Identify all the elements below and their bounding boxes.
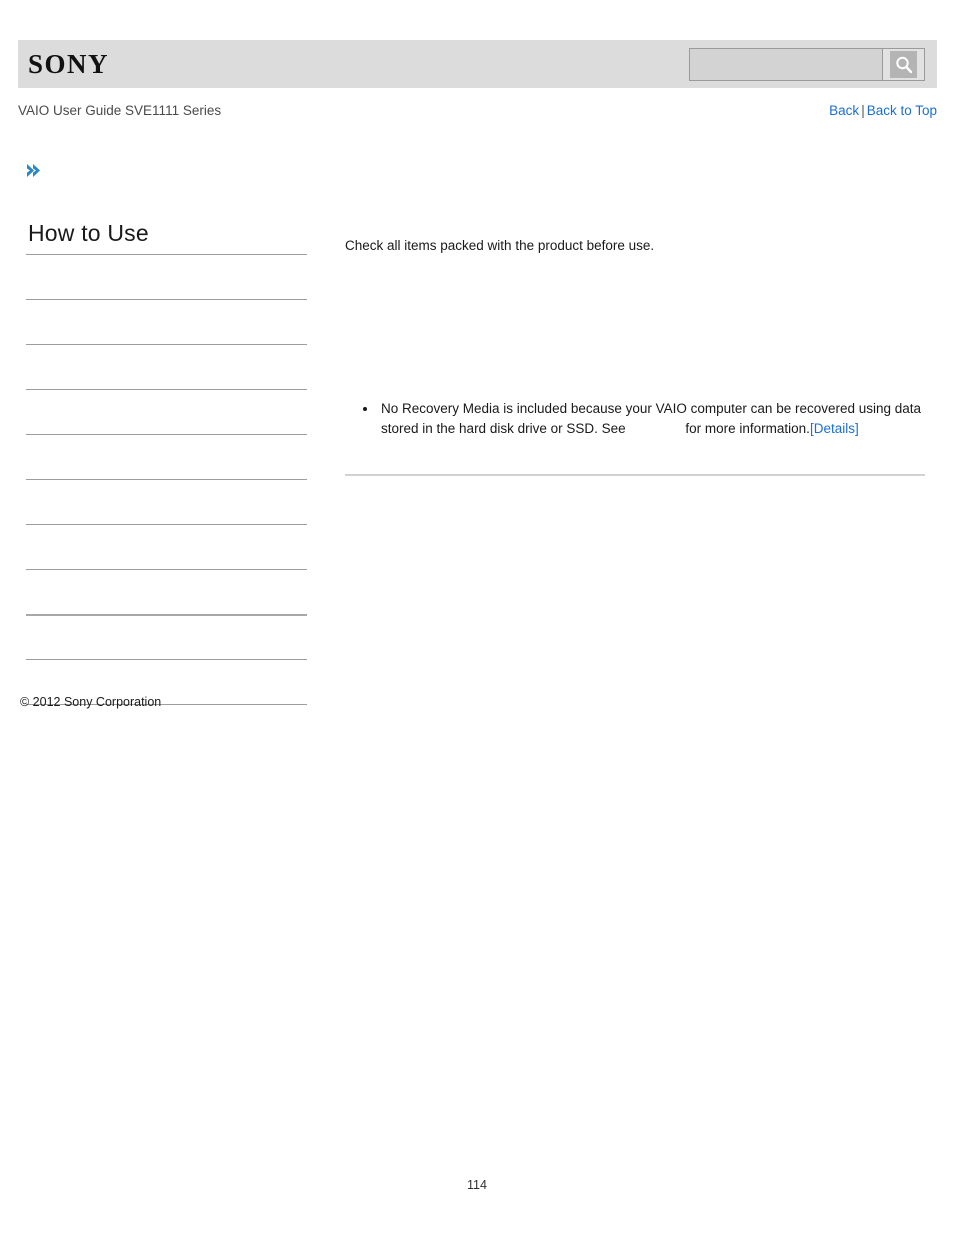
notes-list: No Recovery Media is included because yo…: [355, 399, 923, 439]
sidebar-heading: How to Use: [28, 220, 149, 246]
nav-separator: |: [861, 103, 865, 118]
sidebar-item-4[interactable]: [26, 389, 307, 434]
main-content: Check all items packed with the product …: [345, 236, 925, 476]
page-number: 114: [467, 1178, 487, 1192]
back-to-top-link[interactable]: Back to Top: [867, 103, 937, 118]
search-box: [689, 48, 925, 81]
sidebar-item-7[interactable]: [26, 524, 307, 569]
site-header: SONY: [18, 40, 937, 88]
note-continuation: for more information.: [685, 421, 810, 436]
page-title: VAIO User Guide SVE1111 Series: [18, 103, 222, 118]
bullet-icon: [363, 407, 367, 411]
details-link[interactable]: [Details]: [810, 421, 859, 436]
copyright-text: © 2012 Sony Corporation: [20, 695, 162, 709]
guide-title-row: VAIO User Guide SVE1111 Series Back | Back…: [18, 101, 937, 121]
sidebar-item-1[interactable]: [26, 254, 307, 299]
sidebar-item-6[interactable]: [26, 479, 307, 524]
search-input[interactable]: [690, 49, 882, 80]
search-button[interactable]: [882, 49, 924, 80]
search-icon: [890, 51, 917, 78]
sidebar-item-9[interactable]: [26, 614, 307, 659]
sidebar-item-3[interactable]: [26, 344, 307, 389]
header-nav: Back | Back to Top: [829, 101, 937, 121]
content-divider: [345, 474, 925, 476]
sony-logo: SONY: [28, 49, 110, 79]
intro-paragraph: Check all items packed with the product …: [345, 238, 655, 253]
double-chevron-right-icon[interactable]: [24, 160, 46, 182]
sidebar-item-8[interactable]: [26, 569, 307, 614]
back-link[interactable]: Back: [829, 103, 859, 118]
sidebar: How to Use: [26, 218, 307, 705]
sidebar-item-5[interactable]: [26, 434, 307, 479]
list-item: No Recovery Media is included because yo…: [355, 399, 923, 439]
sidebar-item-2[interactable]: [26, 299, 307, 344]
